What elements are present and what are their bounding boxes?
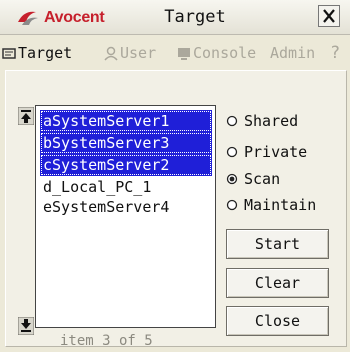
clear-button[interactable]: Clear bbox=[226, 268, 329, 298]
radio-private-label: Private bbox=[244, 143, 308, 161]
close-icon bbox=[323, 9, 335, 23]
close-window-button[interactable] bbox=[318, 5, 340, 27]
radio-maintain[interactable]: Maintain bbox=[226, 195, 316, 215]
list-item[interactable]: eSystemServer4 bbox=[40, 196, 212, 218]
radio-maintain-label: Maintain bbox=[244, 196, 317, 214]
close-button[interactable]: Close bbox=[226, 306, 329, 336]
tab-admin[interactable]: Admin bbox=[270, 42, 315, 64]
target-icon bbox=[2, 47, 16, 59]
radio-private[interactable]: Private bbox=[226, 142, 307, 162]
list-item[interactable]: aSystemServer1 bbox=[40, 110, 212, 132]
scroll-top-button[interactable] bbox=[18, 107, 34, 125]
radio-shared-label: Shared bbox=[244, 112, 299, 130]
avocent-logo-icon bbox=[18, 11, 38, 25]
list-item[interactable]: bSystemServer3 bbox=[40, 132, 212, 154]
list-item[interactable]: d_Local_PC_1 bbox=[40, 176, 212, 198]
tab-console[interactable]: Console bbox=[177, 42, 256, 64]
radio-off-icon bbox=[226, 199, 238, 211]
tab-target-label: Target bbox=[18, 44, 73, 62]
tab-bar: Target User Console Admin ? bbox=[0, 38, 350, 68]
list-status: item 3 of 5 bbox=[60, 333, 153, 349]
title-bar: Avocent Target bbox=[0, 0, 350, 35]
console-icon bbox=[178, 47, 190, 60]
tab-console-label: Console bbox=[193, 44, 257, 62]
brand-name: Avocent bbox=[44, 9, 105, 26]
help-icon: ? bbox=[330, 43, 341, 63]
radio-scan-label: Scan bbox=[244, 170, 281, 188]
window-title: Target bbox=[164, 7, 226, 27]
target-listbox[interactable]: aSystemServer1 bSystemServer3 cSystemSer… bbox=[35, 105, 216, 328]
tab-help[interactable]: ? bbox=[330, 42, 340, 64]
tab-user-label: User bbox=[120, 44, 157, 62]
tab-target[interactable]: Target bbox=[2, 42, 72, 64]
radio-shared[interactable]: Shared bbox=[226, 111, 298, 131]
list-item[interactable]: cSystemServer2 bbox=[40, 154, 212, 176]
scroll-bottom-button[interactable] bbox=[18, 317, 34, 335]
start-button[interactable]: Start bbox=[226, 229, 329, 259]
radio-scan[interactable]: Scan bbox=[226, 169, 280, 189]
radio-off-icon bbox=[226, 115, 238, 127]
radio-on-icon bbox=[226, 173, 238, 185]
tab-user[interactable]: User bbox=[104, 42, 156, 64]
user-icon bbox=[104, 46, 118, 61]
target-window: Avocent Target Target User Console Admin… bbox=[0, 0, 350, 352]
radio-off-icon bbox=[226, 146, 238, 158]
tab-admin-label: Admin bbox=[270, 44, 316, 62]
avocent-logo: Avocent bbox=[16, 8, 105, 28]
